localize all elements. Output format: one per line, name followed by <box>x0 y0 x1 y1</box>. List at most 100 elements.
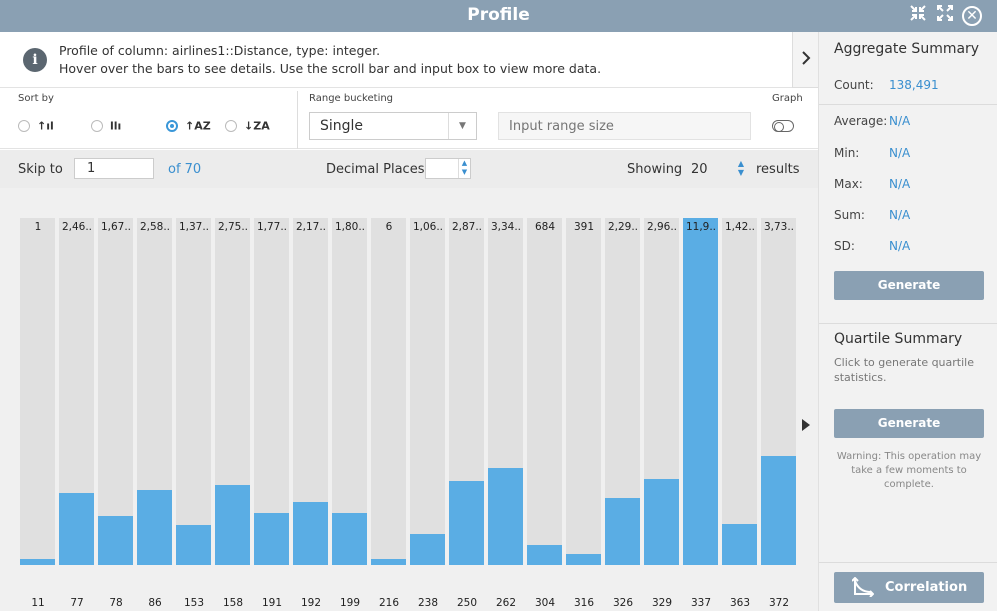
bar-category-label: 250 <box>456 597 478 609</box>
min-value: N/A <box>889 146 911 160</box>
bar-category-label: 78 <box>109 597 123 609</box>
showing-stepper-icon[interactable]: ▲ ▼ <box>735 159 747 177</box>
histogram-bar[interactable] <box>215 218 250 565</box>
bar-category-label: 363 <box>729 597 751 609</box>
summary-panel: Aggregate Summary Count: 138,491 Average… <box>818 32 997 611</box>
histogram-chart: 1 11 2,46.. 77 1,67.. 78 2,58.. 86 1,37.. 153 2,75… <box>0 188 818 611</box>
bar-value-label: 684 <box>534 221 556 233</box>
divider <box>819 104 997 105</box>
histogram-bar[interactable] <box>410 218 445 565</box>
info-icon: i <box>23 48 47 72</box>
bar-value-label: 2,46.. <box>61 221 93 233</box>
bar-value-label: 1,37.. <box>178 221 210 233</box>
close-icon[interactable]: ✕ <box>962 6 982 26</box>
histogram-bar[interactable] <box>176 218 211 565</box>
sum-label: Sum: <box>834 208 865 222</box>
bar-value-label: 2,29.. <box>607 221 639 233</box>
quartile-summary-title: Quartile Summary <box>834 331 963 347</box>
bar-category-label: 326 <box>612 597 634 609</box>
histogram-bar[interactable] <box>605 218 640 565</box>
collapse-panel-button[interactable] <box>792 32 818 88</box>
range-bucketing-select[interactable]: Single ▼ <box>309 112 477 140</box>
histogram-bar[interactable] <box>566 218 601 565</box>
radio-dot[interactable] <box>225 120 237 132</box>
pagination-bar: Skip to of 70 Decimal Places ▲▼ Showing … <box>0 150 818 188</box>
bar-category-label: 329 <box>651 597 673 609</box>
sort-radio-count-desc[interactable]: llı <box>91 119 121 133</box>
showing-count-value: 20 <box>691 162 708 177</box>
sort-radio-za[interactable]: ↓ZA <box>225 119 270 133</box>
histogram-bar-fill <box>761 456 796 565</box>
maximize-icon[interactable] <box>934 4 956 26</box>
radio-dot[interactable] <box>91 120 103 132</box>
bar-category-label: 316 <box>573 597 595 609</box>
sort-controls: Sort by ↑ıl llı ↑AZ ↓ZA Range bucketing … <box>0 89 818 149</box>
histogram-bar[interactable] <box>137 218 172 565</box>
max-value: N/A <box>889 177 911 191</box>
sort-count-desc-icon: llı <box>110 119 122 133</box>
histogram-bar-fill <box>605 498 640 565</box>
average-label: Average: <box>834 114 888 128</box>
range-size-input[interactable] <box>498 112 751 140</box>
generate-aggregate-button[interactable]: Generate <box>834 271 984 300</box>
divider <box>819 323 997 324</box>
dropdown-arrow-icon[interactable]: ▼ <box>448 113 476 139</box>
histogram-bar[interactable] <box>98 218 133 565</box>
info-bar: i Profile of column: airlines1::Distance… <box>0 32 792 88</box>
histogram-bar[interactable] <box>527 218 562 565</box>
histogram-bar-fill <box>215 485 250 565</box>
histogram-bar[interactable] <box>332 218 367 565</box>
histogram-bar[interactable] <box>293 218 328 565</box>
next-page-arrow-icon[interactable] <box>800 416 812 434</box>
aggregate-summary-title: Aggregate Summary <box>834 41 980 57</box>
sort-radio-count-asc[interactable]: ↑ıl <box>18 119 54 133</box>
bar-value-label: 1,06.. <box>412 221 444 233</box>
histogram-bar[interactable] <box>371 218 406 565</box>
minimize-icon[interactable] <box>907 4 929 26</box>
graph-toggle[interactable] <box>772 120 794 132</box>
min-label: Min: <box>834 146 860 160</box>
histogram-bar-fill <box>488 468 523 565</box>
sort-radio-az[interactable]: ↑AZ <box>166 119 211 133</box>
histogram-bar[interactable] <box>683 218 718 565</box>
histogram-bar[interactable] <box>722 218 757 565</box>
histogram-bar-fill <box>332 513 367 565</box>
radio-dot[interactable] <box>18 120 30 132</box>
radio-dot-selected[interactable] <box>166 120 178 132</box>
histogram-bar-fill <box>176 525 211 565</box>
bar-category-label: 192 <box>300 597 322 609</box>
histogram-bar-fill <box>293 502 328 565</box>
bar-category-label: 216 <box>378 597 400 609</box>
histogram-bars: 1 11 2,46.. 77 1,67.. 78 2,58.. 86 1,37.. 153 2,75… <box>0 188 818 611</box>
sum-value: N/A <box>889 208 911 222</box>
histogram-bar[interactable] <box>59 218 94 565</box>
range-bucketing-label: Range bucketing <box>309 93 394 104</box>
window-title: Profile <box>467 5 530 25</box>
bar-category-label: 372 <box>768 597 790 609</box>
decimal-places-input[interactable]: ▲ ▼ <box>425 158 471 179</box>
decimal-places-label: Decimal Places <box>326 162 425 177</box>
bar-value-label: 2,75.. <box>217 221 249 233</box>
bar-category-label: 191 <box>261 597 283 609</box>
histogram-bar[interactable] <box>644 218 679 565</box>
histogram-bar-fill <box>98 516 133 565</box>
skip-to-input[interactable] <box>74 158 154 179</box>
histogram-bar-fill <box>449 481 484 565</box>
histogram-bar[interactable] <box>488 218 523 565</box>
sort-za-icon: ↓ZA <box>244 119 270 133</box>
bar-category-label: 199 <box>339 597 361 609</box>
showing-label: Showing <box>627 162 683 177</box>
bar-value-label: 1,67.. <box>100 221 132 233</box>
decimal-spinner-icon[interactable]: ▲ ▼ <box>458 159 470 178</box>
bar-value-label: 2,87.. <box>451 221 483 233</box>
bar-value-label: 1,42.. <box>724 221 756 233</box>
bar-value-label: 2,58.. <box>139 221 171 233</box>
correlation-button[interactable]: Correlation <box>834 572 984 603</box>
profile-main-panel: i Profile of column: airlines1::Distance… <box>0 32 818 611</box>
histogram-bar[interactable] <box>254 218 289 565</box>
generate-quartile-button[interactable]: Generate <box>834 409 984 438</box>
histogram-bar-fill <box>527 545 562 565</box>
histogram-bar[interactable] <box>761 218 796 565</box>
histogram-bar[interactable] <box>20 218 55 565</box>
histogram-bar[interactable] <box>449 218 484 565</box>
